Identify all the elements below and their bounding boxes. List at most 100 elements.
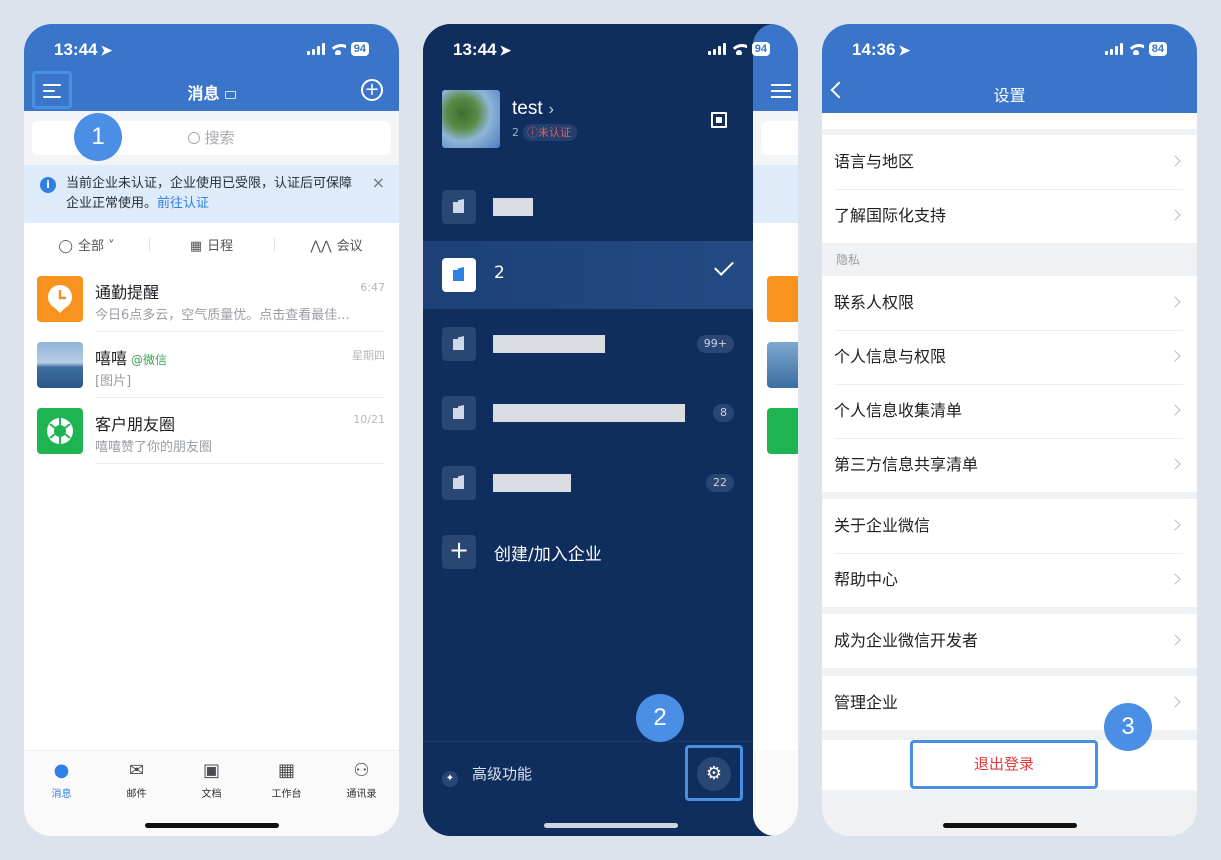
enterprise-item[interactable] <box>423 173 753 241</box>
enterprise-item[interactable]: 99+ <box>423 310 753 378</box>
background-messages-peek <box>753 24 798 836</box>
advanced-features-link[interactable]: ✦ 高级功能 <box>442 763 532 787</box>
phone-messages-screen: 13:44 ➤ 94 消息 + 搜索 i 当前企业未认证，企业使用已受限，认证后可… <box>24 24 399 836</box>
message-preview: 嘻嘻赞了你的朋友圈 <box>95 440 213 455</box>
message-time: 星期四 <box>352 349 385 362</box>
location-icon: ➤ <box>499 42 512 58</box>
settings-group-developer: 成为企业微信开发者 <box>822 614 1197 668</box>
setting-contact-permission[interactable]: 联系人权限 <box>822 276 1197 330</box>
setting-third-party-sharing[interactable]: 第三方信息共享清单 <box>822 438 1197 492</box>
battery-icon: 94 <box>350 42 369 56</box>
create-join-enterprise-button[interactable]: + 创建/加入企业 <box>423 518 753 586</box>
message-time: 6:47 <box>360 281 385 294</box>
setting-internationalization[interactable]: 了解国际化支持 <box>822 189 1197 243</box>
enterprise-name: 2 <box>494 263 505 283</box>
close-icon[interactable]: × <box>372 173 385 193</box>
message-name: 客户朋友圈 <box>95 415 176 434</box>
setting-personal-info-list[interactable]: 个人信息收集清单 <box>822 384 1197 438</box>
setting-personal-info-permission[interactable]: 个人信息与权限 <box>822 330 1197 384</box>
org-chart-icon: ⚇ <box>353 760 370 781</box>
settings-button[interactable]: ⚙ <box>685 745 743 801</box>
monitor-icon <box>224 90 236 99</box>
avatar <box>37 342 83 388</box>
enterprise-item-selected[interactable]: 2 <box>423 241 753 309</box>
location-icon: ➤ <box>898 42 911 58</box>
redacted-name <box>493 404 685 422</box>
aperture-icon <box>37 408 83 454</box>
mail-icon: ✉ <box>128 760 145 781</box>
filter-tabs: ◯ 全部 ˅ ▦ 日程 ⋀⋀ 会议 <box>24 223 399 265</box>
building-icon <box>442 327 476 361</box>
building-icon <box>442 190 476 224</box>
message-name: 通勤提醒 <box>95 283 160 302</box>
signal-icon <box>707 43 726 55</box>
meeting-icon: ⋀⋀ <box>310 238 332 254</box>
filter-meeting[interactable]: ⋀⋀ 会议 <box>274 235 399 254</box>
location-icon: ➤ <box>100 42 113 58</box>
enterprise-drawer: 13:44 ➤ test › 2 ⓘ未认证 2 99+ 8 22 + 创建/加入… <box>423 24 753 836</box>
page-title: 设置 <box>993 86 1026 105</box>
status-bar: 14:36 ➤ 84 <box>822 24 1197 74</box>
battery-icon: 84 <box>1148 42 1167 56</box>
status-icons: 94 <box>678 24 798 74</box>
redacted-name <box>493 198 533 216</box>
unread-count: 8 <box>713 404 734 422</box>
unread-count: 22 <box>706 474 734 492</box>
profile-avatar[interactable] <box>442 90 500 148</box>
tab-messages[interactable]: ● 消息 <box>24 751 99 836</box>
setting-become-developer[interactable]: 成为企业微信开发者 <box>822 614 1197 668</box>
settings-group-privacy: 联系人权限 个人信息与权限 个人信息收集清单 第三方信息共享清单 <box>822 276 1197 492</box>
list-item[interactable]: 通勤提醒 今日6点多云，空气质量优。点击查看最佳... 6:47 <box>24 266 399 332</box>
filter-all[interactable]: ◯ 全部 ˅ <box>24 235 149 254</box>
profile-subtitle: 2 ⓘ未认证 <box>512 124 577 141</box>
verification-notice: i 当前企业未认证，企业使用已受限，认证后可保障企业正常使用。前往认证 × <box>24 165 399 223</box>
unread-count: 99+ <box>696 335 734 353</box>
status-time: 13:44 <box>453 40 497 59</box>
list-item[interactable]: 客户朋友圈 嘻嘻赞了你的朋友圈 10/21 <box>24 398 399 464</box>
enterprise-item[interactable]: 8 <box>423 379 753 447</box>
battery-icon: 94 <box>751 42 770 56</box>
building-icon <box>442 258 476 292</box>
list-item[interactable]: 嘻嘻 @微信 [图片] 星期四 <box>24 332 399 398</box>
chevron-right-icon: › <box>548 101 554 118</box>
wifi-icon <box>1127 43 1144 55</box>
wechat-tag: @微信 <box>131 353 168 367</box>
document-icon: ▣ <box>202 760 220 781</box>
message-preview: 今日6点多云，空气质量优。点击查看最佳... <box>95 308 350 323</box>
verify-link[interactable]: 前往认证 <box>157 196 209 211</box>
tab-contacts[interactable]: ⚇ 通讯录 <box>324 751 399 836</box>
status-time: 13:44 <box>54 40 98 59</box>
step-badge-1: 1 <box>74 113 122 161</box>
redacted-name <box>493 474 571 492</box>
check-icon <box>714 256 734 276</box>
wifi-icon <box>730 43 747 55</box>
signal-icon <box>1104 43 1123 55</box>
chat-bubble-icon: ◯ <box>58 238 73 254</box>
calendar-icon: ▦ <box>189 238 203 254</box>
qr-code-icon[interactable] <box>711 112 727 128</box>
add-button[interactable]: + <box>361 79 383 101</box>
gear-icon: ⚙ <box>697 757 731 791</box>
setting-language-region[interactable]: 语言与地区 <box>822 135 1197 189</box>
message-name: 嘻嘻 <box>95 349 128 368</box>
enterprise-item[interactable]: 22 <box>423 449 753 517</box>
settings-group-general: 语言与地区 了解国际化支持 <box>822 135 1197 243</box>
building-icon <box>442 396 476 430</box>
status-time: 14:36 <box>852 40 896 59</box>
profile-name[interactable]: test › <box>512 98 554 120</box>
filter-schedule[interactable]: ▦ 日程 <box>149 235 274 254</box>
signal-icon <box>306 43 325 55</box>
setting-about[interactable]: 关于企业微信 <box>822 499 1197 553</box>
step-badge-3: 3 <box>1104 703 1152 751</box>
setting-help-center[interactable]: 帮助中心 <box>822 553 1197 607</box>
page-title: 消息 <box>24 80 399 104</box>
wifi-icon <box>329 43 346 55</box>
status-bar: 13:44 ➤ 94 <box>24 24 399 74</box>
unverified-badge: ⓘ未认证 <box>523 124 577 141</box>
home-indicator <box>544 823 678 828</box>
logout-button[interactable]: 退出登录 <box>910 740 1098 789</box>
plus-icon: + <box>442 535 476 569</box>
grid-icon: ▦ <box>277 760 295 781</box>
step-badge-2: 2 <box>636 694 684 742</box>
search-icon <box>188 132 201 144</box>
